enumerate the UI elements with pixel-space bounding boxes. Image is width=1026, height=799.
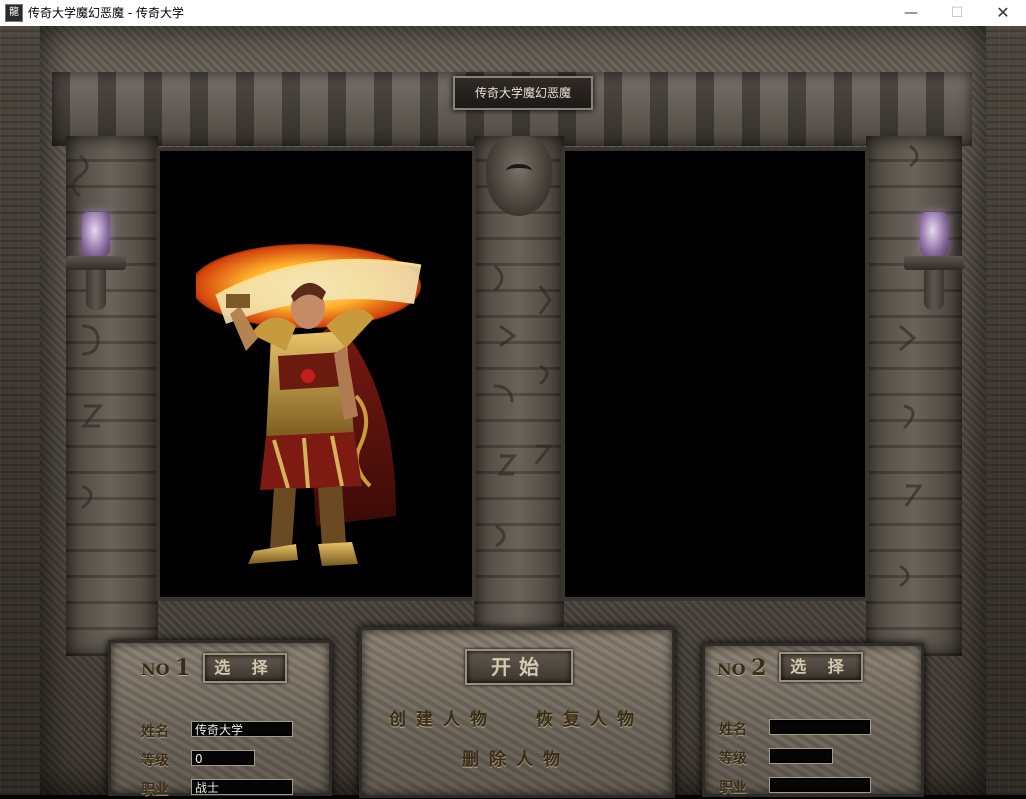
slot-2-name-label: 姓名 [719, 722, 747, 738]
right-crystal-lamp [902, 212, 966, 316]
window-title: 传奇大学魔幻恶魔 - 传奇大学 [28, 6, 184, 20]
slot-1-select-button[interactable]: 选 择 [203, 653, 287, 683]
slot-2-select-button[interactable]: 选 择 [779, 652, 863, 682]
slot-2-number: NO 2 [717, 655, 767, 681]
slot-2-job-label: 职业 [719, 780, 747, 796]
create-character-button[interactable]: 创建人物 [389, 705, 497, 730]
slot-1-name-field: 传奇大学 [191, 721, 293, 737]
slot-2-job-field [769, 777, 871, 793]
slot-1-info-panel: NO 1 选 择 姓名 传奇大学 等级 0 职业 战士 [108, 640, 332, 798]
app-icon: 龍 [5, 4, 23, 22]
slot-1-number: NO 1 [141, 655, 191, 681]
left-crystal-lamp [64, 212, 128, 316]
slot-1-job-field: 战士 [191, 779, 293, 795]
slot-2-name-field [769, 719, 871, 735]
start-game-button[interactable]: 开始 [465, 649, 573, 685]
maximize-button[interactable]: ☐ [934, 0, 980, 26]
close-button[interactable]: ✕ [980, 0, 1026, 26]
slot-2-level-label: 等级 [719, 751, 747, 767]
slot-1-level-label: 等级 [141, 753, 169, 769]
slot-2-level-field [769, 748, 833, 764]
slot-1-name-label: 姓名 [141, 724, 169, 740]
character-actions-panel: 开始 创建人物 恢复人物 删除人物 [359, 627, 675, 798]
window-title-bar: 龍 传奇大学魔幻恶魔 - 传奇大学 — ☐ ✕ [0, 0, 1026, 27]
slot-1-job-label: 职业 [141, 782, 169, 798]
delete-character-button[interactable]: 删除人物 [462, 745, 570, 770]
slot-2-info-panel: NO 2 选 择 姓名 等级 职业 [702, 643, 924, 797]
demon-head-carving [486, 136, 552, 216]
character-slot-2[interactable] [565, 151, 865, 597]
warrior-character-image[interactable] [196, 226, 426, 576]
server-name-plate: 传奇大学魔幻恶魔 [453, 76, 593, 110]
character-select-scene: 传奇大学魔幻恶魔 NO 1 选 择 姓名 传奇大学 等级 0 职业 战士 开始 … [0, 26, 1026, 798]
slot-1-level-field: 0 [191, 750, 255, 766]
restore-character-button[interactable]: 恢复人物 [536, 705, 644, 730]
minimize-button[interactable]: — [888, 0, 934, 26]
